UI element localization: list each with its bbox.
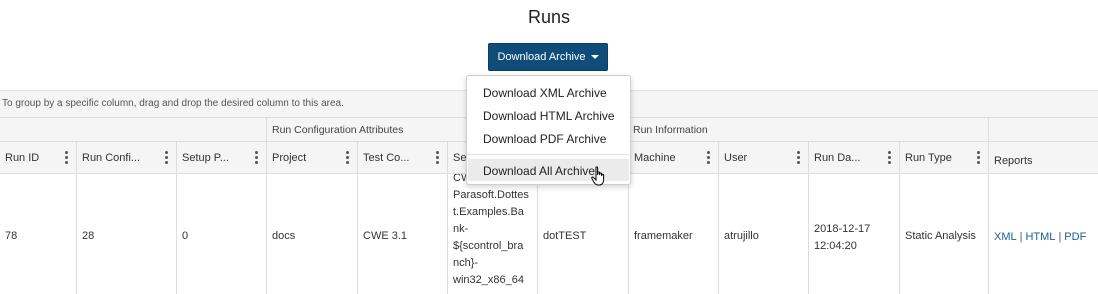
report-link-html[interactable]: HTML <box>1025 231 1055 243</box>
caret-down-icon <box>590 55 599 59</box>
run-date: 2018-12-17 <box>814 223 871 235</box>
group-header-run-config: Run Configuration Attributes <box>266 118 446 142</box>
col-header-test-config[interactable]: Test Co... <box>357 142 447 174</box>
menu-item-download-pdf[interactable]: Download PDF Archive <box>468 127 629 149</box>
group-header-reports-spacer <box>988 118 1098 142</box>
download-archive-button[interactable]: Download Archive <box>488 43 608 71</box>
session-line: Parasoft.Dottes <box>453 189 529 201</box>
cell-test-config: CWE 3.1 <box>357 174 447 294</box>
table-row[interactable]: 78 28 0 docs CWE 3.1 CWE 3.1- Parasoft.D… <box>0 174 1098 294</box>
run-date-text: 2018-12-17 12:04:20 <box>814 221 870 255</box>
link-separator: | <box>1019 231 1023 243</box>
col-header-run-date[interactable]: Run Da... <box>808 142 899 174</box>
report-links: XML | HTML | PDF <box>994 231 1086 243</box>
column-menu-icon[interactable] <box>165 149 168 166</box>
col-header-setup[interactable]: Setup P... <box>176 142 266 174</box>
col-header-run-id[interactable]: Run ID <box>0 142 76 174</box>
cell-project: docs <box>266 174 357 294</box>
cell-tool: dotTEST <box>537 174 628 294</box>
col-label: Reports <box>994 155 1033 167</box>
cell-machine: framemaker <box>628 174 718 294</box>
column-menu-icon[interactable] <box>888 149 891 166</box>
cell-user: atrujillo <box>718 174 808 294</box>
col-label: Machine <box>634 152 676 164</box>
column-menu-icon[interactable] <box>255 149 258 166</box>
menu-item-download-xml[interactable]: Download XML Archive <box>468 81 629 103</box>
session-line: nch}- <box>453 257 479 269</box>
report-link-xml[interactable]: XML <box>994 231 1017 243</box>
col-label: Run ID <box>5 152 40 164</box>
page-title: Runs <box>527 7 571 27</box>
cell-session: CWE 3.1- Parasoft.Dottes t.Examples.Ba n… <box>447 174 537 294</box>
group-header-run-info: Run Information <box>633 124 708 136</box>
column-menu-icon[interactable] <box>436 149 439 166</box>
col-label: Setup P... <box>182 152 229 164</box>
menu-divider <box>468 154 629 155</box>
col-label: Run Da... <box>814 152 861 164</box>
col-header-user[interactable]: User <box>718 142 808 174</box>
col-label: User <box>724 152 748 164</box>
hand-pointer-icon <box>591 166 607 191</box>
group-hint-text: To group by a specific column, drag and … <box>2 98 344 109</box>
download-archive-label: Download Archive <box>497 51 586 63</box>
column-menu-icon[interactable] <box>707 149 710 166</box>
col-label: Run Type <box>905 152 952 164</box>
col-label: Test Co... <box>363 152 410 164</box>
session-line: ${scontrol_bra <box>453 240 524 252</box>
col-header-run-type[interactable]: Run Type <box>899 142 988 174</box>
cell-run-config: 28 <box>76 174 176 294</box>
link-separator: | <box>1058 231 1062 243</box>
cell-run-date: 2018-12-17 12:04:20 <box>808 174 899 294</box>
report-link-pdf[interactable]: PDF <box>1064 231 1086 243</box>
session-line: win32_x86_64 <box>453 274 524 286</box>
session-line: nk- <box>453 223 469 235</box>
col-label: Se <box>453 152 467 164</box>
session-text: CWE 3.1- Parasoft.Dottes t.Examples.Ba n… <box>453 174 533 289</box>
col-label: Project <box>272 152 307 164</box>
column-menu-icon[interactable] <box>797 149 800 166</box>
cell-run-type: Static Analysis <box>899 174 988 294</box>
col-header-project[interactable]: Project <box>266 142 357 174</box>
column-menu-icon[interactable] <box>65 149 68 166</box>
col-label: Run Confi... <box>82 152 141 164</box>
session-line: t.Examples.Ba <box>453 206 524 218</box>
cell-setup: 0 <box>176 174 266 294</box>
column-menu-icon[interactable] <box>977 149 980 166</box>
menu-item-download-html[interactable]: Download HTML Archive <box>468 104 629 126</box>
col-header-run-config[interactable]: Run Confi... <box>76 142 176 174</box>
col-header-reports: Reports <box>988 142 1098 174</box>
column-menu-icon[interactable] <box>346 149 349 166</box>
run-time: 12:04:20 <box>814 240 857 252</box>
col-header-machine[interactable]: Machine <box>628 142 718 174</box>
cell-reports: XML | HTML | PDF <box>988 174 1098 294</box>
cell-run-id: 78 <box>5 230 18 242</box>
